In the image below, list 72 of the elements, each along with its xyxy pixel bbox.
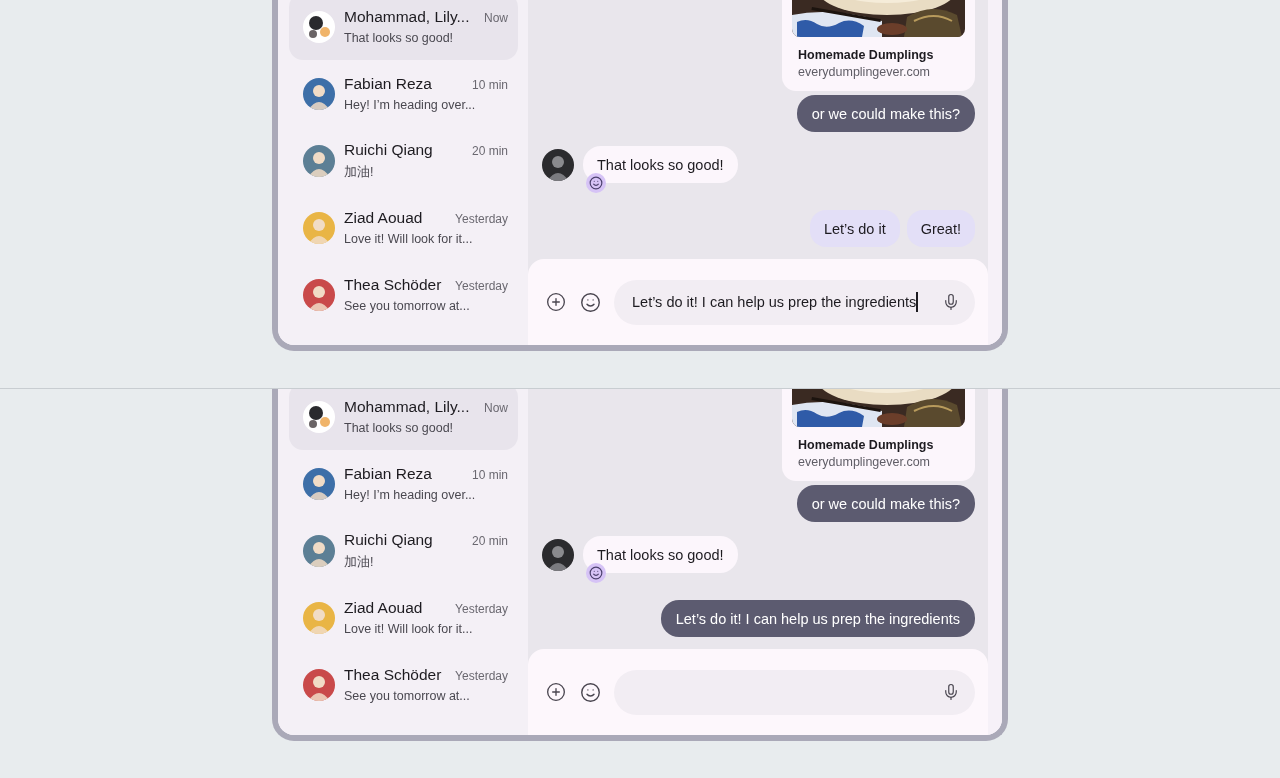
message-time: Yesterday xyxy=(455,279,508,293)
message-field[interactable]: Let’s do it! I can help us prep the ingredients xyxy=(614,279,975,325)
link-url: everydumplingever.com xyxy=(798,455,931,469)
message-preview: That looks so good! xyxy=(344,421,455,435)
avatar xyxy=(303,467,335,500)
message-time: 10 min xyxy=(471,78,508,92)
link-card[interactable]: Homemade Dumplings everydumplingever.com xyxy=(782,389,975,481)
add-icon[interactable] xyxy=(544,680,568,704)
contact-name: Thea Schöder xyxy=(344,276,442,294)
contact-name: Thea Schöder xyxy=(344,666,442,684)
message-preview: See you tomorrow at... xyxy=(344,299,471,313)
emoji-icon[interactable] xyxy=(578,290,602,314)
add-icon[interactable] xyxy=(544,290,568,314)
message-preview: Love it! Will look for it... xyxy=(344,232,474,246)
conversation-item[interactable]: Mohammad, Lily... Now That looks so good! xyxy=(289,389,518,450)
conversation-item[interactable]: Ruichi Qiang 20 min 加油! xyxy=(289,517,518,584)
avatar xyxy=(303,77,335,110)
message-preview: Hey! I’m heading over... xyxy=(344,488,477,502)
conversation-item[interactable]: Fabian Reza 10 min Hey! I’m heading over... xyxy=(289,60,518,127)
contact-name: Mohammad, Lily... xyxy=(344,398,470,416)
suggestion-chip[interactable]: Great! xyxy=(906,210,975,247)
message-time: Yesterday xyxy=(455,602,508,616)
reaction-smiley-icon[interactable] xyxy=(586,173,606,193)
message-field[interactable] xyxy=(614,669,975,715)
avatar xyxy=(303,211,335,244)
message-time: Yesterday xyxy=(455,669,508,683)
group-avatar xyxy=(303,10,335,43)
message-preview: That looks so good! xyxy=(344,31,455,45)
conversation-item[interactable]: Ziad Aouad Yesterday Love it! Will look for it... xyxy=(289,584,518,651)
link-card[interactable]: Homemade Dumplings everydumplingever.com xyxy=(782,0,975,91)
sent-message: Let’s do it! I can help us prep the ingredients xyxy=(660,600,975,637)
emoji-icon[interactable] xyxy=(578,680,602,704)
link-url: everydumplingever.com xyxy=(798,65,931,79)
conversation-item[interactable]: Fabian Reza 10 min Hey! I’m heading over... xyxy=(289,450,518,517)
text-cursor xyxy=(916,292,918,312)
message-preview: See you tomorrow at... xyxy=(344,689,471,703)
message-preview: Love it! Will look for it... xyxy=(344,622,474,636)
avatar xyxy=(303,601,335,634)
contact-name: Fabian Reza xyxy=(344,465,432,483)
group-avatar xyxy=(303,400,335,433)
conversation-item[interactable]: Thea Schöder Yesterday See you tomorrow at... xyxy=(289,651,518,718)
message-time: 20 min xyxy=(471,143,508,158)
message-time: Now xyxy=(484,401,508,415)
conversation-item[interactable]: Thea Schöder Yesterday See you tomorrow at... xyxy=(289,261,518,328)
message-time: Yesterday xyxy=(455,212,508,226)
message-preview: Hey! I’m heading over... xyxy=(344,98,477,112)
contact-name: Ziad Aouad xyxy=(344,209,423,227)
conversation-item[interactable]: Ziad Aouad Yesterday Love it! Will look for it... xyxy=(289,194,518,261)
contact-name: Ziad Aouad xyxy=(344,599,423,617)
contact-name: Mohammad, Lily... xyxy=(344,8,470,26)
message-time: 20 min xyxy=(471,533,508,548)
suggestion-chip[interactable]: Let’s do it xyxy=(809,210,900,247)
contact-name: Ruichi Qiang xyxy=(344,530,433,549)
avatar xyxy=(542,148,574,181)
link-title: Homemade Dumplings xyxy=(798,438,935,452)
message-preview: 加油! xyxy=(344,163,375,181)
reaction-smiley-icon[interactable] xyxy=(586,563,606,583)
conversation-item[interactable]: Ruichi Qiang 20 min 加油! xyxy=(289,127,518,194)
avatar xyxy=(303,534,335,567)
contact-name: Fabian Reza xyxy=(344,75,432,93)
message-time: Now xyxy=(484,11,508,25)
avatar xyxy=(303,278,335,311)
message-preview: 加油! xyxy=(344,553,375,571)
link-title: Homemade Dumplings xyxy=(798,48,935,62)
sent-message: or we could make this? xyxy=(796,95,975,132)
message-time: 10 min xyxy=(471,468,508,482)
avatar xyxy=(542,538,574,571)
avatar xyxy=(303,144,335,177)
sent-message: or we could make this? xyxy=(796,485,975,522)
avatar xyxy=(303,668,335,701)
conversation-item[interactable]: Mohammad, Lily... Now That looks so good! xyxy=(289,0,518,60)
contact-name: Ruichi Qiang xyxy=(344,140,433,159)
